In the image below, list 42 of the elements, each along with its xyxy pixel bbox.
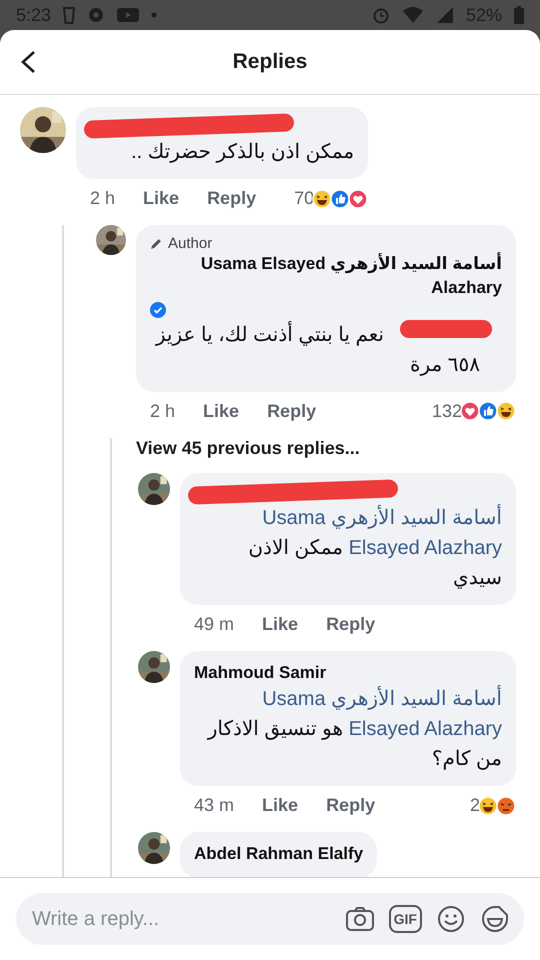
page-title: Replies — [232, 50, 308, 74]
smiley-icon[interactable] — [436, 904, 466, 934]
thumbs-up-icon — [478, 401, 498, 422]
laughing-emoji-icon — [478, 796, 498, 816]
comment-text: ممكن اذن بالذكر حضرتك .. — [130, 140, 354, 165]
gif-button[interactable]: GIF — [388, 905, 422, 933]
view-previous-replies-link[interactable]: View 45 previous replies... — [136, 438, 360, 459]
comment-text: أسامة السيد الأزهري Usama Elsayed Alazhary ممكن الاذن سيدي — [194, 502, 502, 593]
commenter-name[interactable]: Mahmoud Samir — [194, 660, 502, 684]
trash-icon — [63, 6, 76, 24]
battery-icon — [514, 6, 524, 24]
like-link[interactable]: Like — [262, 795, 298, 816]
reaction-count: 2 — [470, 795, 480, 816]
alarm-icon — [372, 6, 390, 24]
reaction-count: 132 — [432, 400, 462, 422]
comment-text: نعم يا بنتي أذنت لك، يا عزيز ٦٥٨ مرة — [150, 320, 480, 380]
sticker-icon[interactable] — [480, 904, 510, 934]
commenter-name[interactable]: Abdel Rahman Elalfy — [194, 842, 364, 866]
signal-icon — [436, 6, 454, 24]
laughing-emoji-icon — [496, 401, 516, 422]
reply-link[interactable]: Reply — [267, 400, 316, 422]
reply-input-field[interactable]: Write a reply... GIF — [16, 893, 524, 945]
commenter-name[interactable]: أسامة السيد الأزهري Usama Elsayed Alazhary — [150, 252, 502, 300]
dot-icon — [151, 12, 158, 18]
thumbs-up-icon — [330, 188, 350, 208]
like-link[interactable]: Like — [262, 614, 298, 635]
reply-link[interactable]: Reply — [207, 188, 256, 209]
laughing-emoji-icon — [312, 188, 332, 208]
reply-link[interactable]: Reply — [326, 795, 376, 816]
video-icon — [117, 6, 140, 24]
like-link[interactable]: Like — [143, 188, 180, 209]
reply-link[interactable]: Reply — [326, 614, 376, 635]
like-link[interactable]: Like — [203, 400, 240, 422]
wifi-icon — [402, 6, 424, 24]
comment-time: 2 h — [150, 400, 176, 422]
comment-time: 2 h — [90, 188, 116, 209]
angry-emoji-icon — [496, 796, 516, 816]
camera-icon[interactable] — [344, 904, 375, 934]
author-badge: Author — [150, 235, 502, 252]
comment-time: 49 m — [194, 614, 234, 635]
comment-time: 43 m — [194, 795, 234, 816]
comment-text: أسامة السيد الأزهري Usama Elsayed Alazhary هو تنسيق الاذكار من كام؟ — [194, 684, 502, 774]
